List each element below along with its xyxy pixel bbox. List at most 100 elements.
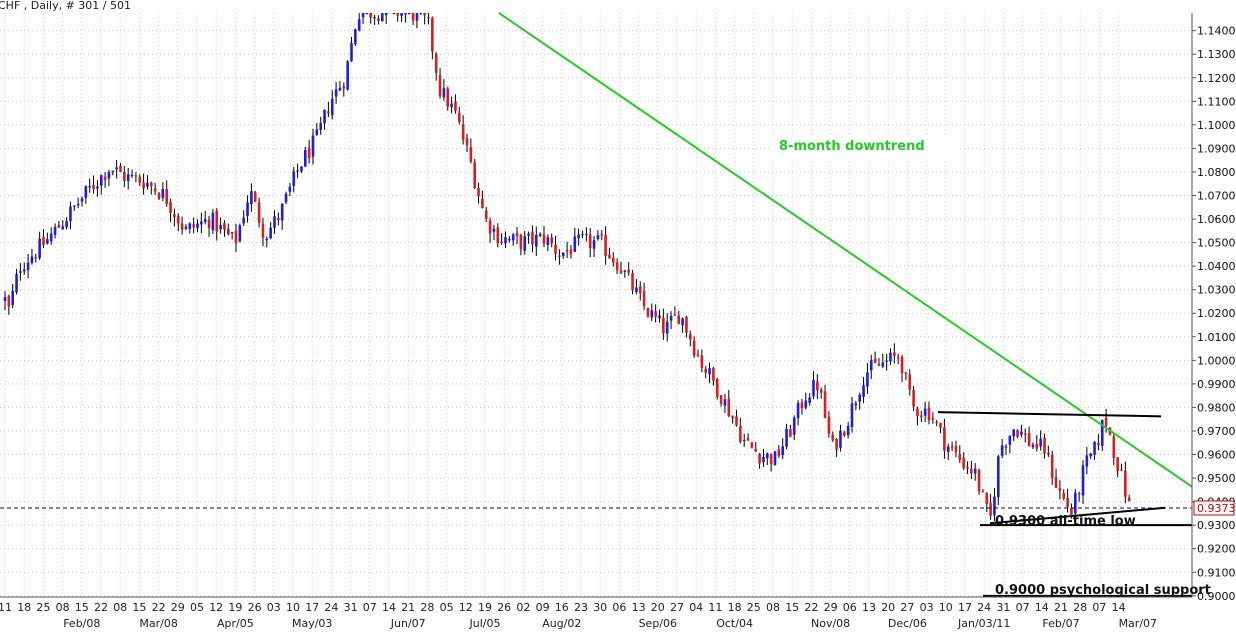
candle-down — [550, 237, 553, 244]
candle-down — [257, 202, 261, 223]
candle-down — [1097, 442, 1100, 446]
y-tick-label: 0.9900 — [1197, 378, 1236, 391]
candle-down — [103, 176, 107, 181]
candle-up — [862, 385, 865, 397]
candle-up — [315, 129, 319, 135]
candle-up — [508, 239, 511, 241]
y-tick-label: 1.0800 — [1197, 166, 1236, 179]
candle-down — [823, 391, 827, 419]
candle-down — [223, 223, 226, 230]
candle-down — [746, 438, 750, 441]
candle-up — [80, 198, 84, 202]
x-tick-label: 10 — [286, 601, 300, 614]
candle-down — [411, 13, 415, 21]
candle-up — [373, 17, 376, 19]
candle-up — [1093, 441, 1096, 455]
candle-down — [943, 427, 946, 451]
x-tick-label: 08 — [113, 601, 127, 614]
candle-up — [742, 439, 746, 442]
candle-up — [219, 224, 222, 230]
candle-down — [473, 162, 476, 188]
candle-up — [923, 408, 927, 416]
candle-down — [427, 17, 430, 19]
candle-up — [269, 227, 272, 239]
candle-down — [893, 352, 896, 357]
x-tick-label: 31 — [996, 601, 1010, 614]
candle-up — [839, 430, 842, 448]
candle-down — [123, 171, 126, 181]
candle-down — [488, 220, 492, 234]
candle-down — [754, 448, 758, 452]
candle-up — [200, 221, 203, 225]
x-month-label: Feb/08 — [63, 617, 100, 630]
candle-down — [1023, 433, 1027, 435]
candle-down — [558, 255, 561, 257]
candle-up — [11, 290, 14, 305]
candle-up — [592, 240, 596, 249]
candle-down — [638, 286, 642, 294]
candle-down — [153, 188, 157, 192]
x-tick-label: 05 — [190, 601, 204, 614]
candle-down — [477, 188, 480, 197]
candle-up — [242, 217, 245, 224]
candle-down — [1124, 470, 1127, 497]
candle-up — [49, 233, 53, 242]
candle-down — [685, 316, 688, 333]
x-tick-label: 02 — [516, 601, 530, 614]
candle-down — [673, 314, 677, 316]
candle-down — [377, 18, 380, 21]
candle-up — [623, 270, 627, 272]
x-tick-label: 19 — [478, 601, 492, 614]
candle-up — [523, 236, 527, 251]
candle-down — [207, 219, 211, 229]
x-month-label: May/03 — [292, 617, 332, 630]
candle-down — [970, 468, 973, 474]
candle-down — [519, 234, 523, 250]
candle-down — [1077, 493, 1081, 495]
trend-lines — [0, 12, 1196, 597]
candle-up — [869, 360, 873, 371]
candlesticks — [3, 13, 1131, 522]
y-tick-label: 1.0000 — [1197, 354, 1236, 367]
candle-up — [296, 170, 299, 172]
candle-up — [99, 175, 103, 186]
x-tick-label: 30 — [593, 601, 607, 614]
candle-up — [30, 256, 34, 264]
x-tick-label: 11 — [0, 601, 12, 614]
gridlines — [0, 13, 1192, 597]
x-tick-label: 14 — [1035, 601, 1049, 614]
candle-down — [227, 228, 230, 235]
y-tick-label: 0.9600 — [1197, 449, 1236, 462]
annotation-psychological-support: 0.9000 psychological support — [995, 583, 1211, 598]
candle-down — [57, 224, 61, 228]
x-tick-label: 07 — [363, 601, 377, 614]
x-month-label: Jul/05 — [469, 617, 501, 630]
candle-down — [119, 165, 122, 173]
candle-down — [1120, 469, 1123, 471]
y-tick-label: 1.0700 — [1197, 190, 1236, 203]
candle-up — [723, 399, 727, 406]
candle-down — [465, 138, 469, 146]
candle-down — [950, 446, 954, 448]
candle-up — [73, 205, 76, 207]
candle-down — [719, 395, 723, 404]
candle-up — [96, 186, 99, 189]
candle-up — [973, 468, 977, 474]
candle-up — [681, 318, 684, 326]
candle-up — [650, 310, 654, 318]
candle-up — [111, 170, 115, 173]
candle-down — [735, 416, 738, 426]
candle-down — [1050, 454, 1054, 479]
x-month-label: Oct/04 — [716, 617, 753, 630]
candle-up — [527, 233, 530, 236]
y-tick-label: 1.0200 — [1197, 307, 1236, 320]
line-resistance — [937, 411, 1162, 418]
candle-down — [819, 389, 823, 393]
candle-up — [407, 13, 411, 15]
candle-up — [1031, 444, 1035, 448]
candle-up — [850, 403, 854, 428]
candle-down — [169, 201, 172, 213]
candle-up — [1000, 445, 1004, 456]
candle-up — [250, 191, 253, 205]
candle-up — [419, 13, 423, 15]
